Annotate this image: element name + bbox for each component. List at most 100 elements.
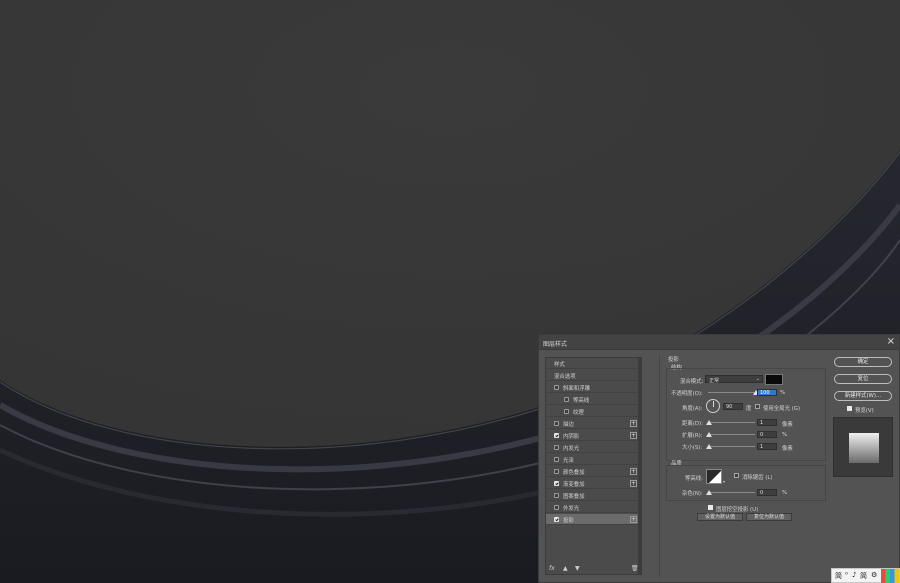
style-checkbox[interactable] [554,469,559,474]
opacity-input[interactable]: 100 [757,389,777,396]
contour-dropdown-icon[interactable]: ▾ [723,479,725,484]
style-list-label: 渐变叠加 [563,482,585,488]
style-checkbox[interactable] [554,433,559,438]
style-list-item[interactable]: 投影 + [546,514,641,525]
style-checkbox[interactable] [554,505,559,510]
contour-picker[interactable] [706,469,722,484]
angle-label: 角度(A): [682,406,703,412]
opacity-label: 不透明度(O): [671,391,703,397]
spread-slider-track[interactable] [708,434,755,435]
noise-unit: % [782,490,788,496]
size-slider-thumb[interactable] [706,444,712,449]
noise-label: 杂色(N): [682,491,703,497]
reset-button[interactable]: 复位 [834,374,892,384]
style-checkbox[interactable] [564,409,569,414]
chevron-down-icon: ⌄ [755,376,760,382]
style-list-item[interactable]: 渐变叠加 + [546,478,641,489]
style-list: 样式混合选项斜面和浮雕等高线纹理描边 + 内阴影 + 内发光光泽 颜色叠加 + 渐变叠加 + 图案… [545,357,642,575]
style-list-label: 纹理 [573,410,584,416]
style-list-label: 混合选项 [554,374,576,380]
size-input[interactable]: 1 [757,443,777,450]
noise-slider-track[interactable] [708,492,755,493]
style-list-item[interactable]: 内发光 [546,442,641,453]
style-list-label: 外发光 [563,506,580,512]
distance-input[interactable]: 1 [757,419,777,426]
style-checkbox[interactable] [554,481,559,486]
style-list-label: 样式 [554,362,565,368]
angle-dial[interactable] [706,399,720,413]
ime-skin-icon[interactable] [881,569,899,583]
dialog-titlebar[interactable]: 图层样式 × [539,335,899,350]
move-up-icon[interactable]: ▲ [563,565,568,572]
global-light-checkbox[interactable] [755,404,760,409]
trash-icon[interactable]: 🗑 [631,565,639,572]
style-checkbox[interactable] [554,493,559,498]
style-checkbox[interactable] [554,457,559,462]
preview-checkbox[interactable] [847,406,852,411]
ime-settings-icon[interactable]: ⚙ [871,571,877,579]
spread-slider-thumb[interactable] [706,432,712,437]
blend-mode-label: 混合模式: [680,379,704,385]
size-slider-track[interactable] [708,446,755,447]
style-checkbox[interactable] [564,397,569,402]
anti-alias-checkbox[interactable] [734,473,739,478]
fx-icon[interactable]: fx [549,565,555,572]
shadow-color-swatch[interactable] [765,374,783,385]
style-list-item[interactable]: 外发光 [546,502,641,513]
style-list-item[interactable]: 颜色叠加 + [546,466,641,477]
style-list-label: 等高线 [573,398,590,404]
style-list-label: 内发光 [563,446,580,452]
style-checkbox[interactable] [554,421,559,426]
preview-swatch [849,433,879,463]
angle-input[interactable]: 90 [723,403,743,410]
move-down-icon[interactable]: ▼ [575,565,580,572]
blend-mode-select[interactable]: 正常 ⌄ [705,375,763,384]
add-effect-icon[interactable]: + [630,480,637,487]
style-list-item[interactable]: 纹理 [546,406,641,417]
add-effect-icon[interactable]: + [630,468,637,475]
add-effect-icon[interactable]: + [630,516,637,523]
size-unit: 像素 [782,446,793,452]
style-list-item[interactable]: 斜面和浮雕 [546,382,641,393]
ok-button[interactable]: 确定 [834,357,892,367]
reset-default-button[interactable]: 复位为默认值 [746,513,792,521]
style-checkbox[interactable] [554,445,559,450]
style-list-item[interactable]: 描边 + [546,418,641,429]
distance-slider-track[interactable] [708,422,755,423]
style-list-item[interactable]: 内阴影 + [546,430,641,441]
style-list-item[interactable]: 混合选项 [546,370,641,381]
style-list-label: 内阴影 [563,434,580,440]
style-list-item[interactable]: 等高线 [546,394,641,405]
section-title: 投影 [668,357,679,363]
distance-slider-thumb[interactable] [706,420,712,425]
ime-simplified-icon[interactable]: 简 [860,571,867,581]
ime-mode-icon[interactable]: 简 [835,571,842,581]
add-effect-icon[interactable]: + [630,420,637,427]
ime-punct-icon[interactable]: ⁰ [845,571,848,579]
style-list-label: 描边 [563,422,574,428]
dialog-title: 图层样式 [543,341,568,348]
drop-shadow-panel: 投影 结构 混合模式: 正常 ⌄ 不透明度(O): 100 % 角度(A): 9… [659,355,827,577]
spread-input[interactable]: 0 [757,431,777,438]
style-list-item[interactable]: 图案叠加 [546,490,641,501]
knockout-label: 图层挖空投影 (U) [716,507,759,513]
spread-unit: % [782,432,788,438]
style-checkbox[interactable] [554,385,559,390]
opacity-slider-track[interactable] [708,392,755,393]
style-list-item[interactable]: 光泽 [546,454,641,465]
style-list-scrollbar[interactable] [638,358,642,574]
angle-unit: 度 [746,406,752,412]
close-icon[interactable]: × [887,336,895,347]
add-effect-icon[interactable]: + [630,432,637,439]
set-default-button[interactable]: 设置为默认值 [697,513,743,521]
noise-input[interactable]: 0 [757,489,777,496]
knockout-checkbox[interactable] [708,505,713,510]
ime-sound-icon[interactable]: ♪ [852,571,856,579]
new-style-button[interactable]: 新建样式(W)... [834,391,892,401]
style-list-item[interactable]: 样式 [546,358,641,369]
style-list-label: 图案叠加 [563,494,585,500]
style-checkbox[interactable] [554,517,559,522]
anti-alias-label: 消除锯齿 (L) [742,475,773,481]
opacity-unit: % [780,390,786,396]
noise-slider-thumb[interactable] [706,490,712,495]
